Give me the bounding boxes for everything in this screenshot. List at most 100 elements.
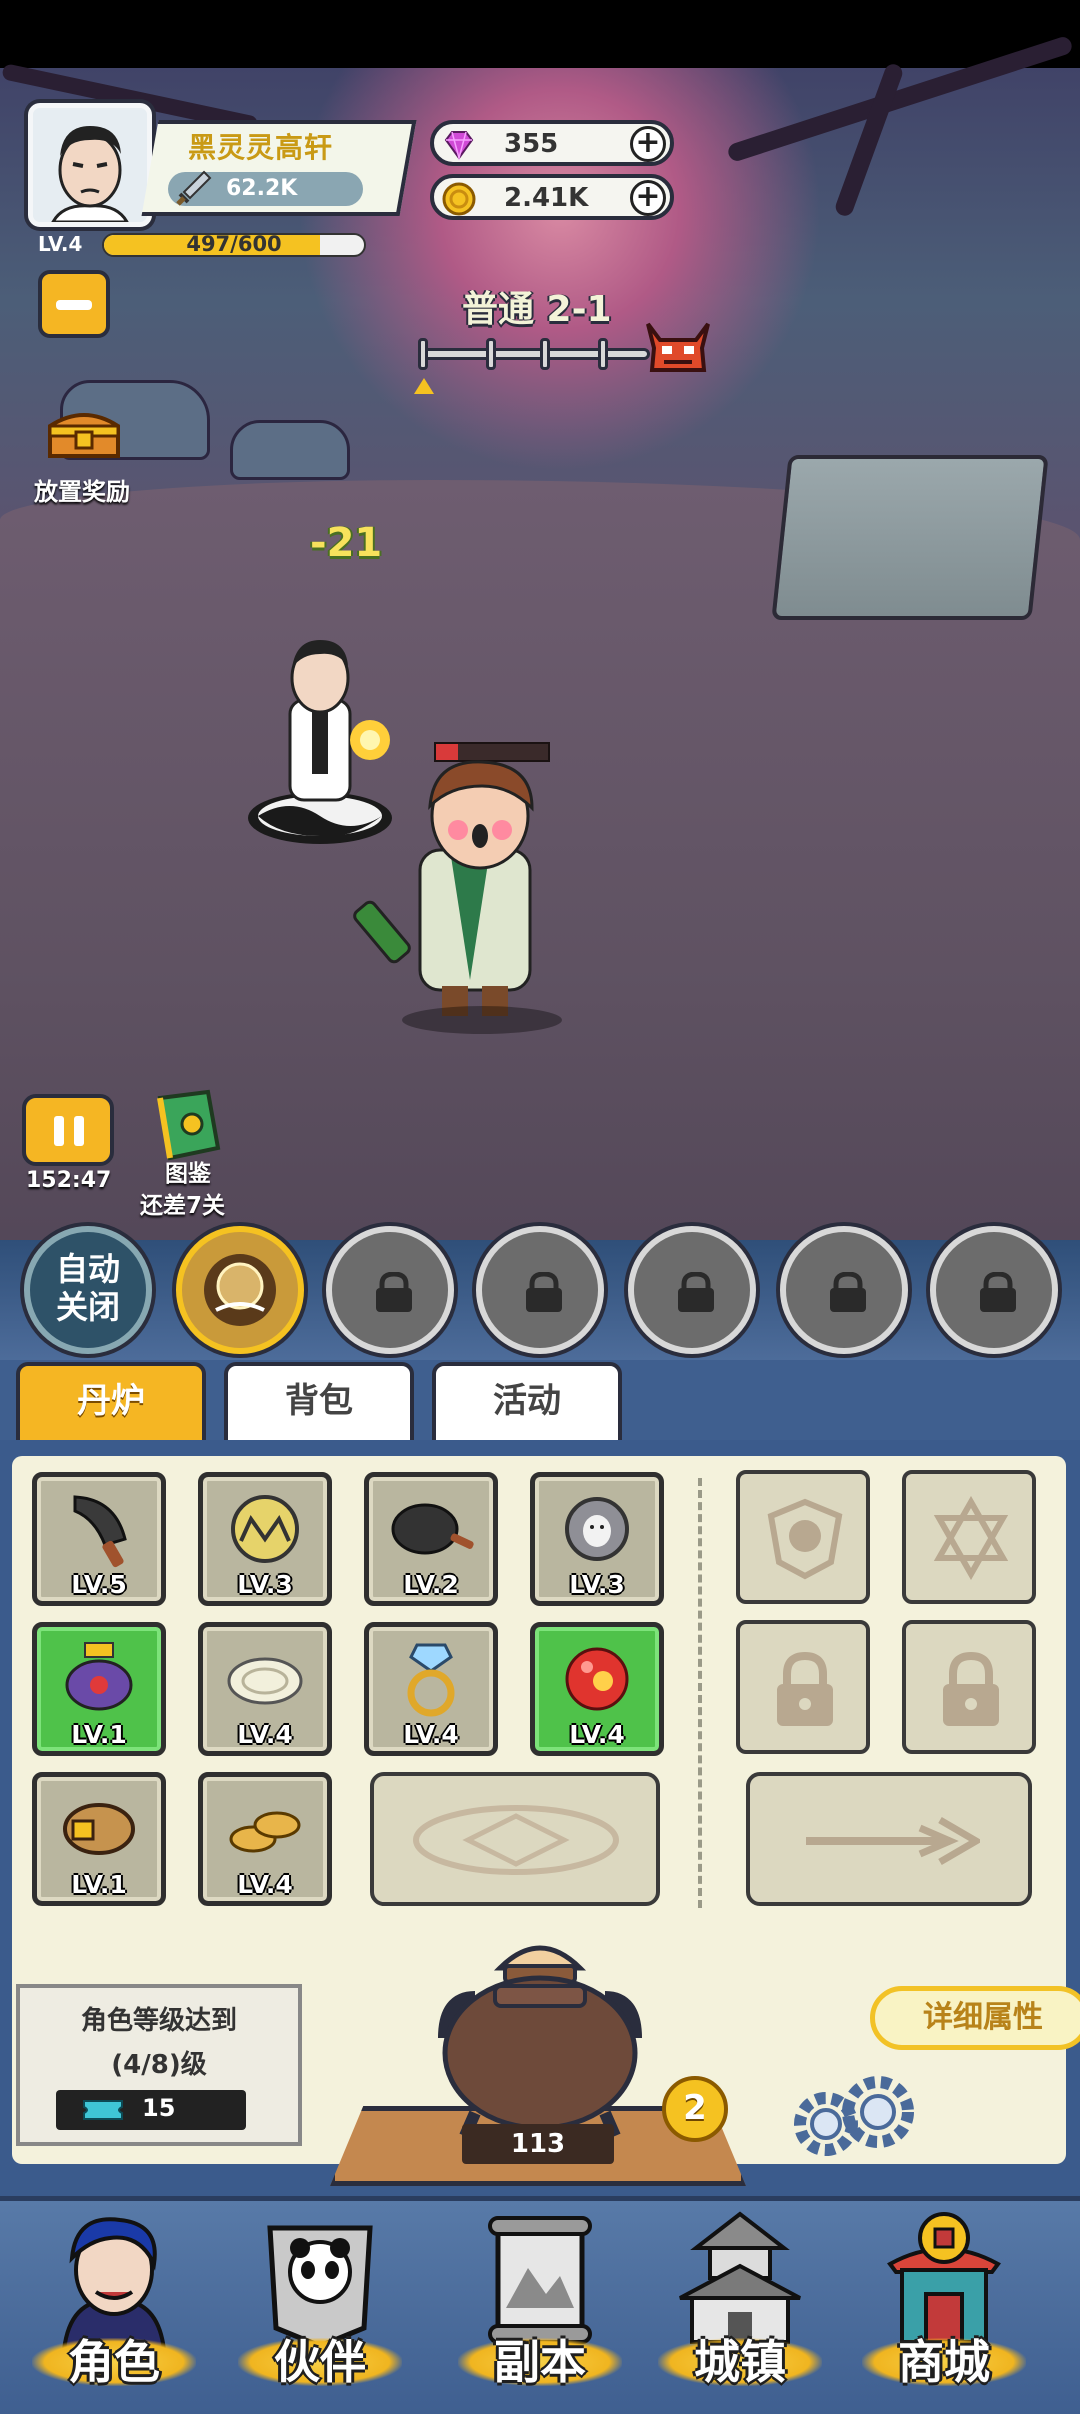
item-level: LV.4 bbox=[237, 1720, 293, 1749]
status-bar bbox=[0, 0, 1080, 68]
codex-label: 图鉴 bbox=[165, 1161, 211, 1187]
gear-icon[interactable] bbox=[786, 2074, 916, 2160]
gold-counter: 2.41K + bbox=[430, 174, 674, 220]
add-gems-button[interactable]: + bbox=[630, 126, 666, 162]
treasure-chest-icon[interactable] bbox=[44, 404, 124, 462]
lock-icon bbox=[943, 1651, 999, 1726]
stage-current-marker bbox=[414, 378, 434, 394]
belt-icon bbox=[63, 1803, 135, 1855]
item-slot[interactable]: LV.4 bbox=[198, 1622, 332, 1756]
detail-attributes-button[interactable]: 详细属性 bbox=[870, 1986, 1080, 2050]
nav-town[interactable]: 城镇 bbox=[640, 2208, 840, 2408]
tab-alchemy-furnace[interactable]: 丹炉 bbox=[16, 1362, 206, 1440]
plate-icon bbox=[227, 1657, 303, 1705]
nav-shop[interactable]: 商城 bbox=[844, 2208, 1044, 2408]
item-slot[interactable]: LV.3 bbox=[530, 1472, 664, 1606]
pause-bar bbox=[74, 1116, 84, 1146]
skill-slot-locked[interactable] bbox=[476, 1226, 604, 1354]
stone-block bbox=[771, 455, 1049, 620]
item-level: LV.5 bbox=[71, 1570, 127, 1599]
quest-text: 角色等级达到 bbox=[80, 2006, 237, 2036]
item-level: LV.3 bbox=[237, 1570, 293, 1599]
nav-label: 伙伴 bbox=[274, 2335, 366, 2389]
lock-icon bbox=[980, 1272, 1016, 1312]
nav-label: 角色 bbox=[68, 2335, 160, 2389]
empty-wide-slot[interactable] bbox=[370, 1772, 660, 1906]
auto-line2: 关闭 bbox=[55, 1288, 120, 1326]
alchemy-furnace-icon[interactable] bbox=[405, 1928, 675, 2138]
hexagram-icon bbox=[933, 1496, 1009, 1580]
nav-label: 城镇 bbox=[694, 2335, 786, 2389]
nav-character[interactable]: 角色 bbox=[14, 2208, 214, 2408]
skill-slot-locked[interactable] bbox=[930, 1226, 1058, 1354]
nav-label: 商城 bbox=[898, 2335, 990, 2389]
skill-slot-active[interactable] bbox=[176, 1226, 304, 1354]
xp-text: 497/600 bbox=[186, 232, 282, 256]
tab-events[interactable]: 活动 bbox=[432, 1362, 622, 1440]
stage-node bbox=[598, 338, 608, 370]
weapon-slot[interactable] bbox=[746, 1772, 1032, 1906]
item-level: LV.3 bbox=[569, 1570, 625, 1599]
equip-slot[interactable] bbox=[902, 1470, 1036, 1604]
codex-remaining: 还差7关 bbox=[140, 1193, 226, 1219]
gold-coin-icon bbox=[442, 182, 476, 216]
stage-title: 普通 2-1 bbox=[462, 289, 612, 330]
item-slot[interactable]: LV.1 bbox=[32, 1622, 166, 1756]
item-level: LV.1 bbox=[71, 1870, 127, 1899]
ticket-icon bbox=[83, 2100, 123, 2120]
sword-icon bbox=[176, 170, 212, 206]
item-slot[interactable]: LV.4 bbox=[364, 1622, 498, 1756]
item-level: LV.4 bbox=[237, 1870, 293, 1899]
boss-demon-icon bbox=[646, 322, 710, 372]
gold-orb-icon bbox=[231, 1495, 299, 1563]
player-name: 黑灵灵高轩 bbox=[188, 131, 334, 164]
minimize-button[interactable] bbox=[38, 270, 110, 338]
battle-characters bbox=[248, 640, 562, 1034]
power-value: 62.2K bbox=[226, 176, 298, 201]
quest-progress: (4/8)级 bbox=[111, 2050, 207, 2080]
auto-toggle-label: 自动 关闭 bbox=[24, 1250, 152, 1326]
lock-icon bbox=[678, 1272, 714, 1312]
lock-icon bbox=[376, 1272, 412, 1312]
auto-line1: 自动 bbox=[55, 1250, 120, 1288]
damage-number: -21 bbox=[310, 520, 383, 566]
pause-button[interactable] bbox=[22, 1094, 114, 1166]
magic-circle-icon bbox=[413, 1805, 619, 1875]
item-slot[interactable]: LV.4 bbox=[198, 1772, 332, 1906]
nav-label: 副本 bbox=[494, 2335, 586, 2389]
lock-icon bbox=[526, 1272, 562, 1312]
pause-bar bbox=[54, 1116, 64, 1146]
tab-backpack[interactable]: 背包 bbox=[224, 1362, 414, 1440]
item-slot[interactable]: LV.5 bbox=[32, 1472, 166, 1606]
add-gold-button[interactable]: + bbox=[630, 180, 666, 216]
item-slot[interactable]: LV.4 bbox=[530, 1622, 664, 1756]
trident-icon bbox=[806, 1816, 980, 1866]
furnace-level-badge: 2 bbox=[662, 2076, 728, 2142]
rock bbox=[230, 420, 350, 480]
item-level: LV.2 bbox=[403, 1570, 459, 1599]
stage-node bbox=[540, 338, 550, 370]
player-avatar[interactable] bbox=[28, 103, 152, 227]
cleaver-icon bbox=[73, 1495, 127, 1568]
equip-slot-locked[interactable] bbox=[902, 1620, 1036, 1754]
skill-slot-locked[interactable] bbox=[780, 1226, 908, 1354]
tree-branch bbox=[833, 61, 905, 219]
furnace-count: 113 bbox=[462, 2124, 614, 2164]
item-slot[interactable]: LV.3 bbox=[198, 1472, 332, 1606]
coins-icon bbox=[229, 1811, 301, 1853]
gem-icon bbox=[444, 131, 474, 161]
dog-coin-icon bbox=[565, 1497, 629, 1561]
equip-slot[interactable] bbox=[736, 1470, 870, 1604]
afk-reward-label[interactable]: 放置奖励 bbox=[34, 472, 130, 507]
skill-orb-icon bbox=[204, 1254, 276, 1326]
codex-book-icon[interactable] bbox=[146, 1088, 226, 1162]
skill-slot-locked[interactable] bbox=[326, 1226, 454, 1354]
nav-partner[interactable]: 伙伴 bbox=[220, 2208, 420, 2408]
stage-node bbox=[418, 338, 428, 370]
item-slot[interactable]: LV.2 bbox=[364, 1472, 498, 1606]
equip-slot-locked[interactable] bbox=[736, 1620, 870, 1754]
red-orb-icon bbox=[565, 1647, 629, 1711]
skill-slot-locked[interactable] bbox=[628, 1226, 756, 1354]
nav-dungeon[interactable]: 副本 bbox=[440, 2208, 640, 2408]
item-slot[interactable]: LV.1 bbox=[32, 1772, 166, 1906]
